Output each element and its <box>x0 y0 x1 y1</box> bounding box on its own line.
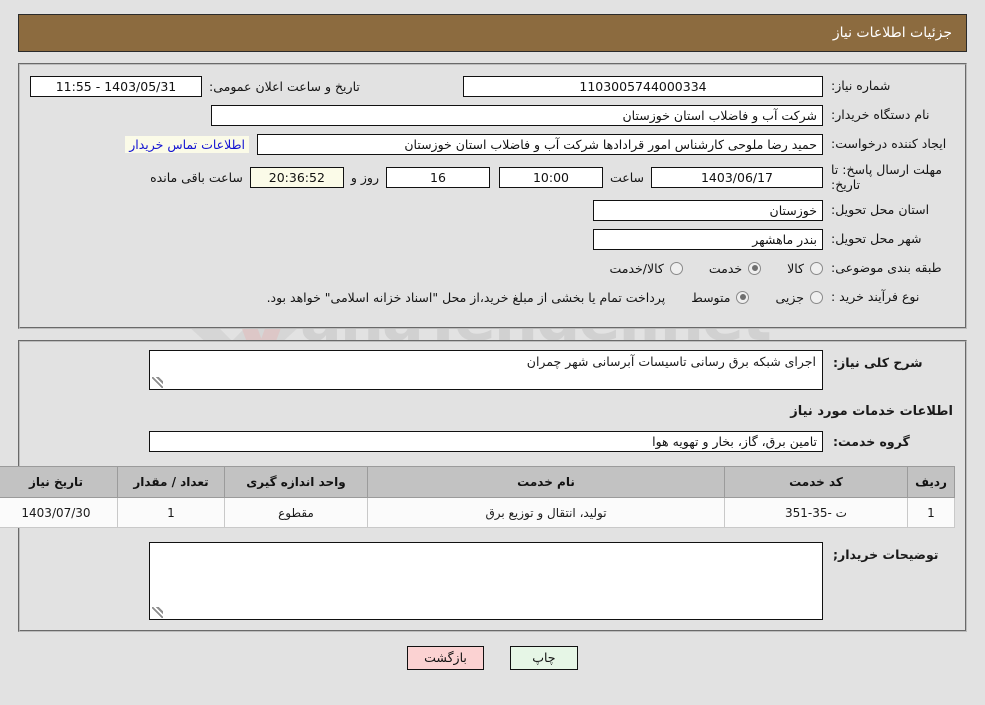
services-table-head: ردیف کد خدمت نام خدمت واحد اندازه گیری ت… <box>0 466 955 498</box>
need-number-label: شماره نیاز: <box>831 78 891 94</box>
process-row: نوع فرآیند خرید : جزیی متوسط پرداخت تمام… <box>30 286 955 308</box>
buyer-notes-row: توضیحات خریدار; <box>30 542 955 620</box>
radio-icon-selected[interactable] <box>748 261 762 275</box>
buyer-notes-label: توضیحات خریدار; <box>833 547 939 562</box>
cell-code: ت -35-351 <box>724 497 908 528</box>
table-header-row: ردیف کد خدمت نام خدمت واحد اندازه گیری ت… <box>0 466 955 498</box>
province-label: استان محل تحویل: <box>831 202 930 218</box>
category-label: طبقه بندی موضوعی: <box>831 260 942 276</box>
process-radio-group: جزیی متوسط <box>665 290 823 305</box>
th-name: نام خدمت <box>367 466 725 498</box>
page-title-bar: جزئیات اطلاعات نیاز <box>18 14 967 52</box>
buyer-contact-link[interactable]: اطلاعات تماس خریدار <box>125 135 249 153</box>
announce-label: تاریخ و ساعت اعلان عمومی: <box>209 78 360 94</box>
remaining-days-field[interactable]: 16 <box>385 166 490 188</box>
description-row: شرح کلی نیاز: اجرای شبکه برق رسانی تاسیس… <box>30 350 955 390</box>
back-button[interactable]: بازگشت <box>407 646 484 670</box>
category-row: طبقه بندی موضوعی: کالا خدمت کالا/خدمت <box>30 257 955 279</box>
services-table-body: 1 ت -35-351 تولید، انتقال و توزیع برق مق… <box>0 497 955 528</box>
service-group-row: گروه خدمت: تامین برق، گاز، بخار و تهویه … <box>30 431 955 452</box>
cell-name: تولید، انتقال و توزیع برق <box>367 497 725 528</box>
process-option-label: متوسط <box>691 289 731 305</box>
th-row: ردیف <box>907 466 955 498</box>
hour-label: ساعت <box>609 169 644 185</box>
province-row: استان محل تحویل: خوزستان <box>30 199 955 221</box>
city-row: شهر محل تحویل: بندر ماهشهر <box>30 228 955 250</box>
th-unit: واحد اندازه گیری <box>224 466 368 498</box>
footer-button-bar: چاپ بازگشت <box>0 646 985 670</box>
category-option-kala[interactable]: کالا <box>787 261 823 276</box>
remaining-text: ساعت باقی مانده <box>150 169 243 185</box>
radio-icon-selected[interactable] <box>736 290 750 304</box>
services-table: ردیف کد خدمت نام خدمت واحد اندازه گیری ت… <box>0 466 955 528</box>
deadline-label: مهلت ارسال پاسخ: تا تاریخ: <box>831 162 942 192</box>
cell-quantity: 1 <box>117 497 225 528</box>
cell-unit: مقطوع <box>224 497 368 528</box>
city-field[interactable]: بندر ماهشهر <box>593 228 823 250</box>
cell-date: 1403/07/30 <box>0 497 118 528</box>
description-textarea[interactable]: اجرای شبکه برق رسانی تاسیسات آبرسانی شهر… <box>149 350 823 390</box>
page-root: جزئیات اطلاعات نیاز شماره نیاز: 11030057… <box>0 14 985 670</box>
province-field[interactable]: خوزستان <box>593 199 823 221</box>
process-label: نوع فرآیند خرید : <box>831 289 920 305</box>
announce-date-field[interactable]: 1403/05/31 - 11:55 <box>30 75 202 97</box>
page-title: جزئیات اطلاعات نیاز <box>832 25 952 41</box>
deadline-hour-field[interactable]: 10:00 <box>498 166 603 188</box>
radio-icon[interactable] <box>810 261 823 275</box>
city-label: شهر محل تحویل: <box>831 231 922 247</box>
category-option-kala-khedmat[interactable]: کالا/خدمت <box>609 260 683 276</box>
services-panel: شرح کلی نیاز: اجرای شبکه برق رسانی تاسیس… <box>0 340 967 632</box>
print-button[interactable]: چاپ <box>509 646 578 670</box>
buyer-notes-textarea[interactable] <box>149 542 823 620</box>
days-text: روز و <box>350 169 379 185</box>
th-code: کد خدمت <box>724 466 908 498</box>
th-quantity: تعداد / مقدار <box>117 466 225 498</box>
creator-row: ایجاد کننده درخواست: حمید رضا ملوحی کارش… <box>30 133 955 155</box>
need-number-row: شماره نیاز: 1103005744000334 تاریخ و ساع… <box>30 75 955 97</box>
deadline-date-field[interactable]: 1403/06/17 <box>651 166 823 188</box>
creator-label: ایجاد کننده درخواست: <box>831 136 947 152</box>
remaining-time-field[interactable]: 20:36:52 <box>249 166 344 188</box>
radio-icon[interactable] <box>810 290 823 304</box>
services-section-title: اطلاعات خدمات مورد نیاز <box>790 404 953 419</box>
process-option-label: جزیی <box>775 289 804 305</box>
th-date: تاریخ نیاز <box>0 466 118 498</box>
category-radio-group: کالا خدمت کالا/خدمت <box>583 261 823 276</box>
category-option-label: کالا/خدمت <box>609 260 664 276</box>
need-number-field[interactable]: 1103005744000334 <box>463 75 823 97</box>
service-group-field[interactable]: تامین برق، گاز، بخار و تهویه هوا <box>149 431 823 452</box>
need-info-panel: شماره نیاز: 1103005744000334 تاریخ و ساع… <box>18 63 967 329</box>
radio-icon[interactable] <box>669 261 683 275</box>
buyer-org-row: نام دستگاه خریدار: شرکت آب و فاضلاب استا… <box>30 104 955 126</box>
payment-note: پرداخت تمام یا بخشی از مبلغ خرید،از محل … <box>266 289 666 305</box>
description-label: شرح کلی نیاز: <box>833 355 923 370</box>
buyer-org-field[interactable]: شرکت آب و فاضلاب استان خوزستان <box>211 104 823 126</box>
process-option-jozei[interactable]: جزیی <box>775 290 823 305</box>
category-option-label: کالا <box>787 260 804 276</box>
creator-field[interactable]: حمید رضا ملوحی کارشناس امور قرادادها شرک… <box>257 133 823 155</box>
process-option-motavaset[interactable]: متوسط <box>691 289 750 305</box>
category-option-label: خدمت <box>708 260 743 276</box>
service-group-label: گروه خدمت: <box>833 434 910 449</box>
cell-row: 1 <box>907 497 955 528</box>
category-option-khedmat[interactable]: خدمت <box>708 260 762 276</box>
buyer-org-label: نام دستگاه خریدار: <box>831 107 930 123</box>
deadline-row: مهلت ارسال پاسخ: تا تاریخ: 1403/06/17 سا… <box>30 162 955 192</box>
table-row[interactable]: 1 ت -35-351 تولید، انتقال و توزیع برق مق… <box>0 497 955 528</box>
